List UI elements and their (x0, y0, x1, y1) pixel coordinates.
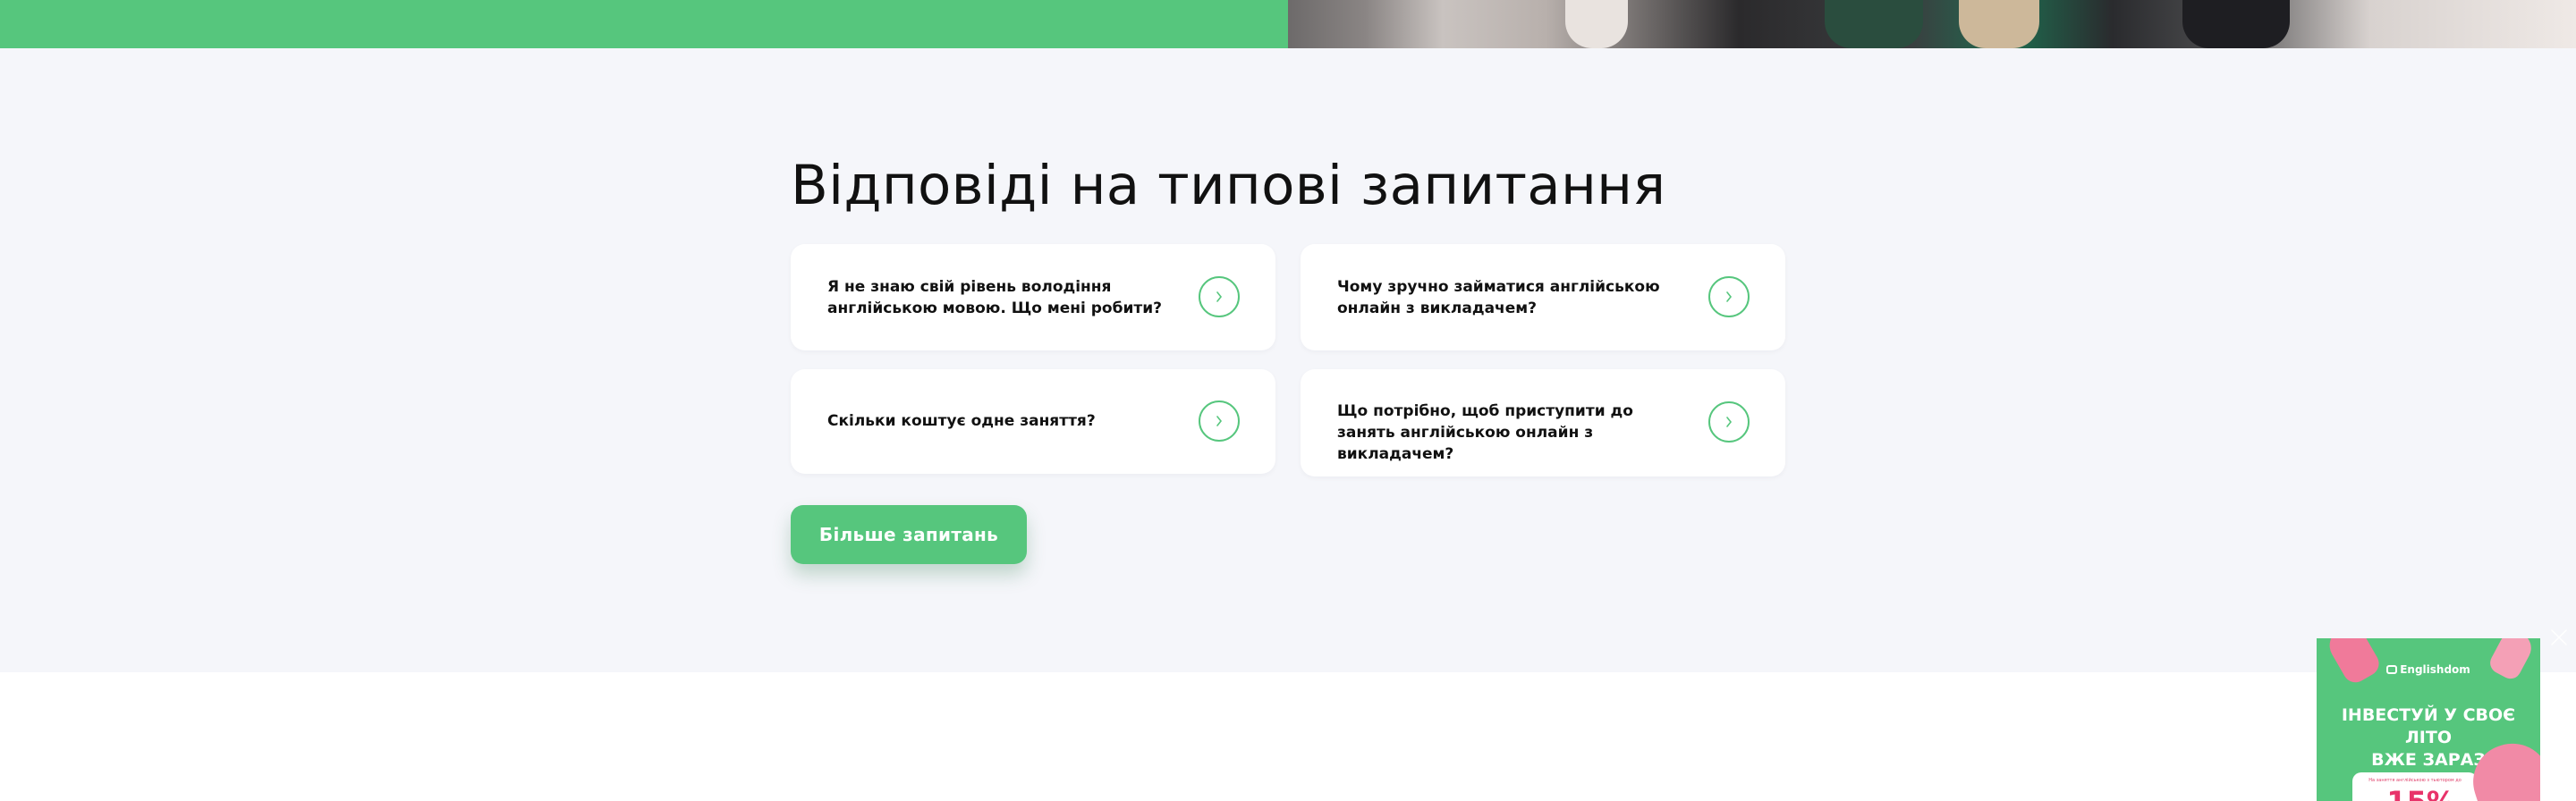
faq-question: Чому зручно займатися англійською онлайн… (1337, 278, 1660, 317)
faq-question: Що потрібно, щоб приступити до занять ан… (1337, 402, 1633, 463)
banner-green-panel (0, 0, 1288, 48)
chevron-right-icon[interactable] (1199, 276, 1240, 317)
brand-logo: Englishdom (2317, 663, 2540, 676)
top-banner (0, 0, 2576, 48)
chevron-right-icon[interactable] (1199, 400, 1240, 442)
brand-name: Englishdom (2400, 663, 2470, 676)
faq-item[interactable]: Що потрібно, щоб приступити до занять ан… (1301, 369, 1785, 476)
promo-fine-print: На заняття англійською з тьютором до (2368, 778, 2462, 783)
chevron-right-icon[interactable] (1708, 276, 1750, 317)
chevron-right-icon[interactable] (1708, 401, 1750, 443)
faq-question: Я не знаю свій рівень володіння англійсь… (827, 278, 1162, 317)
faq-title: Відповіді на типові запитання (791, 154, 1666, 217)
close-icon[interactable] (2548, 627, 2570, 648)
logo-icon (2386, 665, 2398, 674)
discount-ticket: На заняття англійською з тьютором до -15… (2352, 772, 2478, 801)
more-questions-button[interactable]: Більше запитань (791, 505, 1027, 564)
discount-value: -15% (2352, 785, 2478, 801)
faq-item[interactable]: Скільки коштує одне заняття? (791, 369, 1275, 474)
faq-section: Відповіді на типові запитання Я не знаю … (0, 48, 2576, 672)
team-photo (1288, 0, 2576, 48)
promo-banner[interactable]: Englishdom ІНВЕСТУЙ У СВОЄ ЛІТО ВЖЕ ЗАРА… (2317, 638, 2540, 801)
faq-item[interactable]: Чому зручно займатися англійською онлайн… (1301, 244, 1785, 350)
faq-item[interactable]: Я не знаю свій рівень володіння англійсь… (791, 244, 1275, 350)
faq-question: Скільки коштує одне заняття? (827, 412, 1096, 430)
